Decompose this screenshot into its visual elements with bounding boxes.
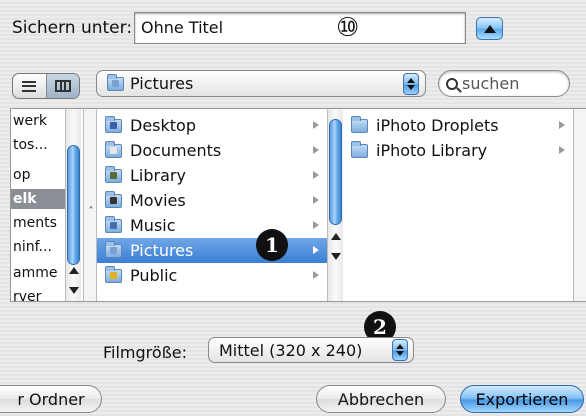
- cancel-button[interactable]: Abbrechen: [316, 385, 446, 413]
- scroll-up-icon[interactable]: [331, 233, 341, 240]
- film-size-value: Mittel (320 x 240): [219, 340, 363, 360]
- search-placeholder: suchen: [462, 74, 520, 93]
- film-size-popup[interactable]: Mittel (320 x 240): [208, 337, 414, 363]
- column-1-item[interactable]: op: [11, 165, 65, 185]
- list-view-button[interactable]: [13, 74, 46, 98]
- column-1-item[interactable]: ninf...: [11, 237, 65, 257]
- chevron-right-icon: [313, 146, 319, 154]
- column-view-icon: [54, 80, 71, 92]
- scroll-down-icon[interactable]: [331, 253, 341, 260]
- column-2-item[interactable]: Public: [97, 263, 327, 288]
- export-button-label: Exportieren: [475, 389, 569, 409]
- chevron-right-icon: [559, 121, 565, 129]
- column-1-item[interactable]: tos...: [11, 135, 65, 155]
- new-folder-button[interactable]: r Ordner: [0, 385, 102, 413]
- browser-column-3: iPhoto Droplets iPhoto Library: [343, 109, 573, 301]
- scroll-down-icon[interactable]: [69, 287, 79, 294]
- folder-icon: [351, 140, 368, 158]
- chevron-right-icon: [313, 246, 319, 254]
- chevron-right-icon: [313, 171, 319, 179]
- location-popup-label: Pictures: [130, 74, 194, 93]
- callout-1: 1: [256, 229, 288, 261]
- export-button[interactable]: Exportieren: [460, 385, 584, 413]
- view-mode-segmented-control[interactable]: [12, 73, 80, 99]
- chevron-right-icon: [313, 271, 319, 279]
- triangle-up-icon: [483, 24, 496, 33]
- pictures-folder-icon: [105, 240, 122, 258]
- file-browser: werk tos... op elk ments ninf... amme rver ˆ De…: [10, 108, 586, 302]
- pictures-folder-icon: [107, 73, 124, 91]
- column-resize-handle[interactable]: ˆ: [83, 109, 97, 301]
- column-2-item[interactable]: Movies: [97, 188, 327, 213]
- folder-icon: [351, 115, 368, 133]
- chevron-right-icon: [313, 121, 319, 129]
- column-3-item[interactable]: iPhoto Droplets: [343, 113, 573, 138]
- browser-column-2: Desktop Documents Library Movies Music Pictur…: [97, 109, 327, 301]
- column-2-item[interactable]: Desktop: [97, 113, 327, 138]
- popup-arrows-icon: [403, 73, 419, 95]
- column-3-item-label: iPhoto Droplets: [376, 116, 499, 135]
- browser-column-1: werk tos... op elk ments ninf... amme rver: [11, 109, 65, 301]
- library-folder-icon: [105, 165, 122, 183]
- column-2-item[interactable]: Library: [97, 163, 327, 188]
- column-2-scroll-thumb[interactable]: [329, 119, 342, 225]
- list-view-icon: [22, 80, 37, 92]
- callout-10: ⑩: [336, 13, 360, 43]
- column-2-item-label: Library: [130, 166, 186, 185]
- cancel-button-label: Abbrechen: [337, 389, 425, 409]
- column-1-item[interactable]: amme: [11, 263, 65, 283]
- column-2-item-label: Music: [130, 216, 176, 235]
- column-2-item-label: Desktop: [130, 116, 196, 135]
- column-2-item[interactable]: Pictures: [97, 238, 327, 263]
- column-2-scrollbar[interactable]: [327, 109, 343, 301]
- new-folder-button-label: r Ordner: [17, 389, 85, 409]
- public-folder-icon: [105, 265, 122, 283]
- column-1-scroll-thumb[interactable]: [67, 145, 80, 265]
- column-1-item[interactable]: ments: [11, 213, 65, 233]
- column-2-item-label: Documents: [130, 141, 222, 160]
- save-as-label: Sichern unter:: [12, 18, 133, 38]
- movies-folder-icon: [105, 190, 122, 208]
- chevron-right-icon: [559, 146, 565, 154]
- popup-arrows-icon: [392, 339, 408, 361]
- search-icon: [446, 77, 458, 90]
- column-2-item[interactable]: Music: [97, 213, 327, 238]
- column-2-item[interactable]: Documents: [97, 138, 327, 163]
- search-field[interactable]: suchen: [438, 70, 570, 97]
- column-1-item[interactable]: elk: [11, 189, 65, 209]
- column-3-item[interactable]: iPhoto Library: [343, 138, 573, 163]
- scroll-up-icon[interactable]: [69, 267, 79, 274]
- save-as-input[interactable]: Ohne Titel: [134, 12, 466, 44]
- location-popup[interactable]: Pictures: [96, 70, 426, 97]
- column-1-scrollbar[interactable]: [65, 109, 81, 301]
- desktop-folder-icon: [105, 115, 122, 133]
- chevron-right-icon: [313, 221, 319, 229]
- column-2-item-label: Pictures: [130, 241, 194, 260]
- music-folder-icon: [105, 215, 122, 233]
- column-view-button[interactable]: [45, 74, 79, 98]
- documents-folder-icon: [105, 140, 122, 158]
- column-1-item[interactable]: werk: [11, 111, 65, 131]
- column-1-item[interactable]: rver: [11, 287, 65, 301]
- column-2-item-label: Public: [130, 266, 178, 285]
- expand-dialog-button[interactable]: [476, 17, 503, 40]
- column-2-item-label: Movies: [130, 191, 186, 210]
- column-3-scrollbar[interactable]: [573, 109, 586, 301]
- film-size-label: Filmgröße:: [103, 343, 187, 362]
- chevron-right-icon: [313, 196, 319, 204]
- column-3-item-label: iPhoto Library: [376, 141, 488, 160]
